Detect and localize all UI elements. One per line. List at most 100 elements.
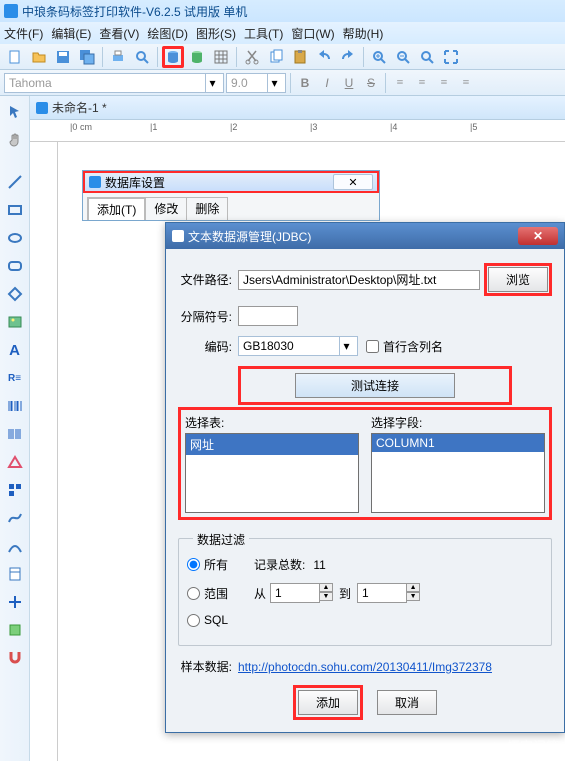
spin-up-icon[interactable]: ▲	[319, 583, 333, 592]
spin-down-icon[interactable]: ▼	[406, 592, 420, 601]
rect-tool-icon[interactable]	[3, 198, 27, 222]
encoding-combo[interactable]: ▾	[238, 336, 358, 356]
list-item[interactable]: COLUMN1	[372, 434, 544, 452]
menu-shape[interactable]: 图形(S)	[196, 25, 236, 42]
ellipse-tool-icon[interactable]	[3, 226, 27, 250]
preview-icon[interactable]	[131, 46, 153, 68]
vertical-ruler	[30, 142, 58, 761]
save-icon[interactable]	[52, 46, 74, 68]
select-field-list[interactable]: COLUMN1	[371, 433, 545, 513]
barcode-tool-icon[interactable]	[3, 394, 27, 418]
document-tab[interactable]: 未命名-1 *	[30, 96, 565, 120]
to-spinner[interactable]: ▲▼	[357, 583, 420, 603]
hand-tool-icon[interactable]	[3, 128, 27, 152]
bold-icon[interactable]: B	[295, 73, 315, 93]
menu-tools[interactable]: 工具(T)	[244, 25, 283, 42]
list-item[interactable]: 网址	[186, 434, 358, 455]
menu-help[interactable]: 帮助(H)	[343, 25, 384, 42]
filter-all-label: 所有	[204, 556, 254, 573]
tab-delete[interactable]: 删除	[186, 197, 228, 220]
bezier-tool-icon[interactable]	[3, 534, 27, 558]
align-justify-icon[interactable]: ≡	[456, 73, 476, 93]
to-input[interactable]	[357, 583, 407, 603]
zoom100-icon[interactable]	[416, 46, 438, 68]
redo-icon[interactable]	[337, 46, 359, 68]
magnet-tool-icon[interactable]	[3, 646, 27, 670]
grid-icon[interactable]	[210, 46, 232, 68]
close-button[interactable]: ✕	[333, 174, 373, 190]
cancel-button[interactable]: 取消	[377, 690, 437, 715]
align-right-icon[interactable]: ≡	[434, 73, 454, 93]
tab-add[interactable]: 添加(T)	[87, 197, 146, 220]
chevron-down-icon[interactable]: ▾	[205, 74, 219, 92]
saveall-icon[interactable]	[76, 46, 98, 68]
select-table-list[interactable]: 网址	[185, 433, 359, 513]
dialog-header[interactable]: 文本数据源管理(JDBC) ✕	[166, 223, 564, 249]
close-icon[interactable]: ✕	[518, 227, 558, 245]
sample-link[interactable]: http://photocdn.sohu.com/20130411/Img372…	[238, 660, 492, 674]
database-icon[interactable]	[162, 46, 184, 68]
browse-button[interactable]: 浏览	[488, 267, 548, 292]
roundrect-tool-icon[interactable]	[3, 254, 27, 278]
image-tool-icon[interactable]	[3, 310, 27, 334]
cross-tool-icon[interactable]	[3, 590, 27, 614]
filter-range-radio[interactable]	[187, 587, 200, 600]
menu-window[interactable]: 窗口(W)	[291, 25, 334, 42]
strike-icon[interactable]: S	[361, 73, 381, 93]
dialog-title: 数据库设置	[105, 174, 165, 191]
filter-all-radio[interactable]	[187, 558, 200, 571]
line-tool-icon[interactable]	[3, 170, 27, 194]
undo-icon[interactable]	[313, 46, 335, 68]
text-tool-icon[interactable]: A	[3, 338, 27, 362]
curve-tool-icon[interactable]	[3, 506, 27, 530]
polygon-tool-icon[interactable]	[3, 282, 27, 306]
delimiter-input[interactable]	[238, 306, 298, 326]
test-connection-button[interactable]: 测试连接	[295, 373, 455, 398]
spin-down-icon[interactable]: ▼	[319, 592, 333, 601]
triangle-tool-icon[interactable]	[3, 450, 27, 474]
underline-icon[interactable]: U	[339, 73, 359, 93]
richtext-tool-icon[interactable]: R≡	[3, 366, 27, 390]
align-left-icon[interactable]: ≡	[390, 73, 410, 93]
paste-icon[interactable]	[289, 46, 311, 68]
sheet-tool-icon[interactable]	[3, 562, 27, 586]
spin-up-icon[interactable]: ▲	[406, 583, 420, 592]
filter-range-row: 范围 从 ▲▼ 到 ▲▼	[187, 583, 543, 603]
italic-icon[interactable]: I	[317, 73, 337, 93]
chevron-down-icon[interactable]: ▾	[267, 74, 281, 92]
encoding-input[interactable]	[239, 339, 339, 353]
fullscreen-icon[interactable]	[440, 46, 462, 68]
chevron-down-icon[interactable]: ▾	[339, 337, 353, 355]
menu-edit[interactable]: 编辑(E)	[51, 25, 91, 42]
database2-icon[interactable]	[186, 46, 208, 68]
cut-icon[interactable]	[241, 46, 263, 68]
zoomin-icon[interactable]	[368, 46, 390, 68]
print-icon[interactable]	[107, 46, 129, 68]
zoomout-icon[interactable]	[392, 46, 414, 68]
align-center-icon[interactable]: ≡	[412, 73, 432, 93]
first-row-checkbox[interactable]	[366, 340, 379, 353]
arrow-tool-icon[interactable]	[3, 100, 27, 124]
barcode2-tool-icon[interactable]	[3, 422, 27, 446]
sample-label: 样本数据:	[178, 658, 238, 675]
filter-sql-radio[interactable]	[187, 614, 200, 627]
add-button[interactable]: 添加	[298, 690, 358, 715]
from-spinner[interactable]: ▲▼	[270, 583, 333, 603]
font-name-input[interactable]	[5, 76, 205, 90]
test-conn-highlight: 测试连接	[238, 366, 512, 405]
menu-draw[interactable]: 绘图(D)	[147, 25, 188, 42]
copy-icon[interactable]	[265, 46, 287, 68]
filepath-input[interactable]	[238, 270, 480, 290]
font-size-combo[interactable]: ▾	[226, 73, 286, 93]
font-name-combo[interactable]: ▾	[4, 73, 224, 93]
new-icon[interactable]	[4, 46, 26, 68]
plugin-tool-icon[interactable]	[3, 618, 27, 642]
qrcode-tool-icon[interactable]	[3, 478, 27, 502]
tab-edit[interactable]: 修改	[145, 197, 187, 220]
open-icon[interactable]	[28, 46, 50, 68]
first-row-label: 首行含列名	[383, 338, 443, 355]
menu-view[interactable]: 查看(V)	[99, 25, 139, 42]
font-size-input[interactable]	[227, 76, 267, 90]
from-input[interactable]	[270, 583, 320, 603]
menu-file[interactable]: 文件(F)	[4, 25, 43, 42]
